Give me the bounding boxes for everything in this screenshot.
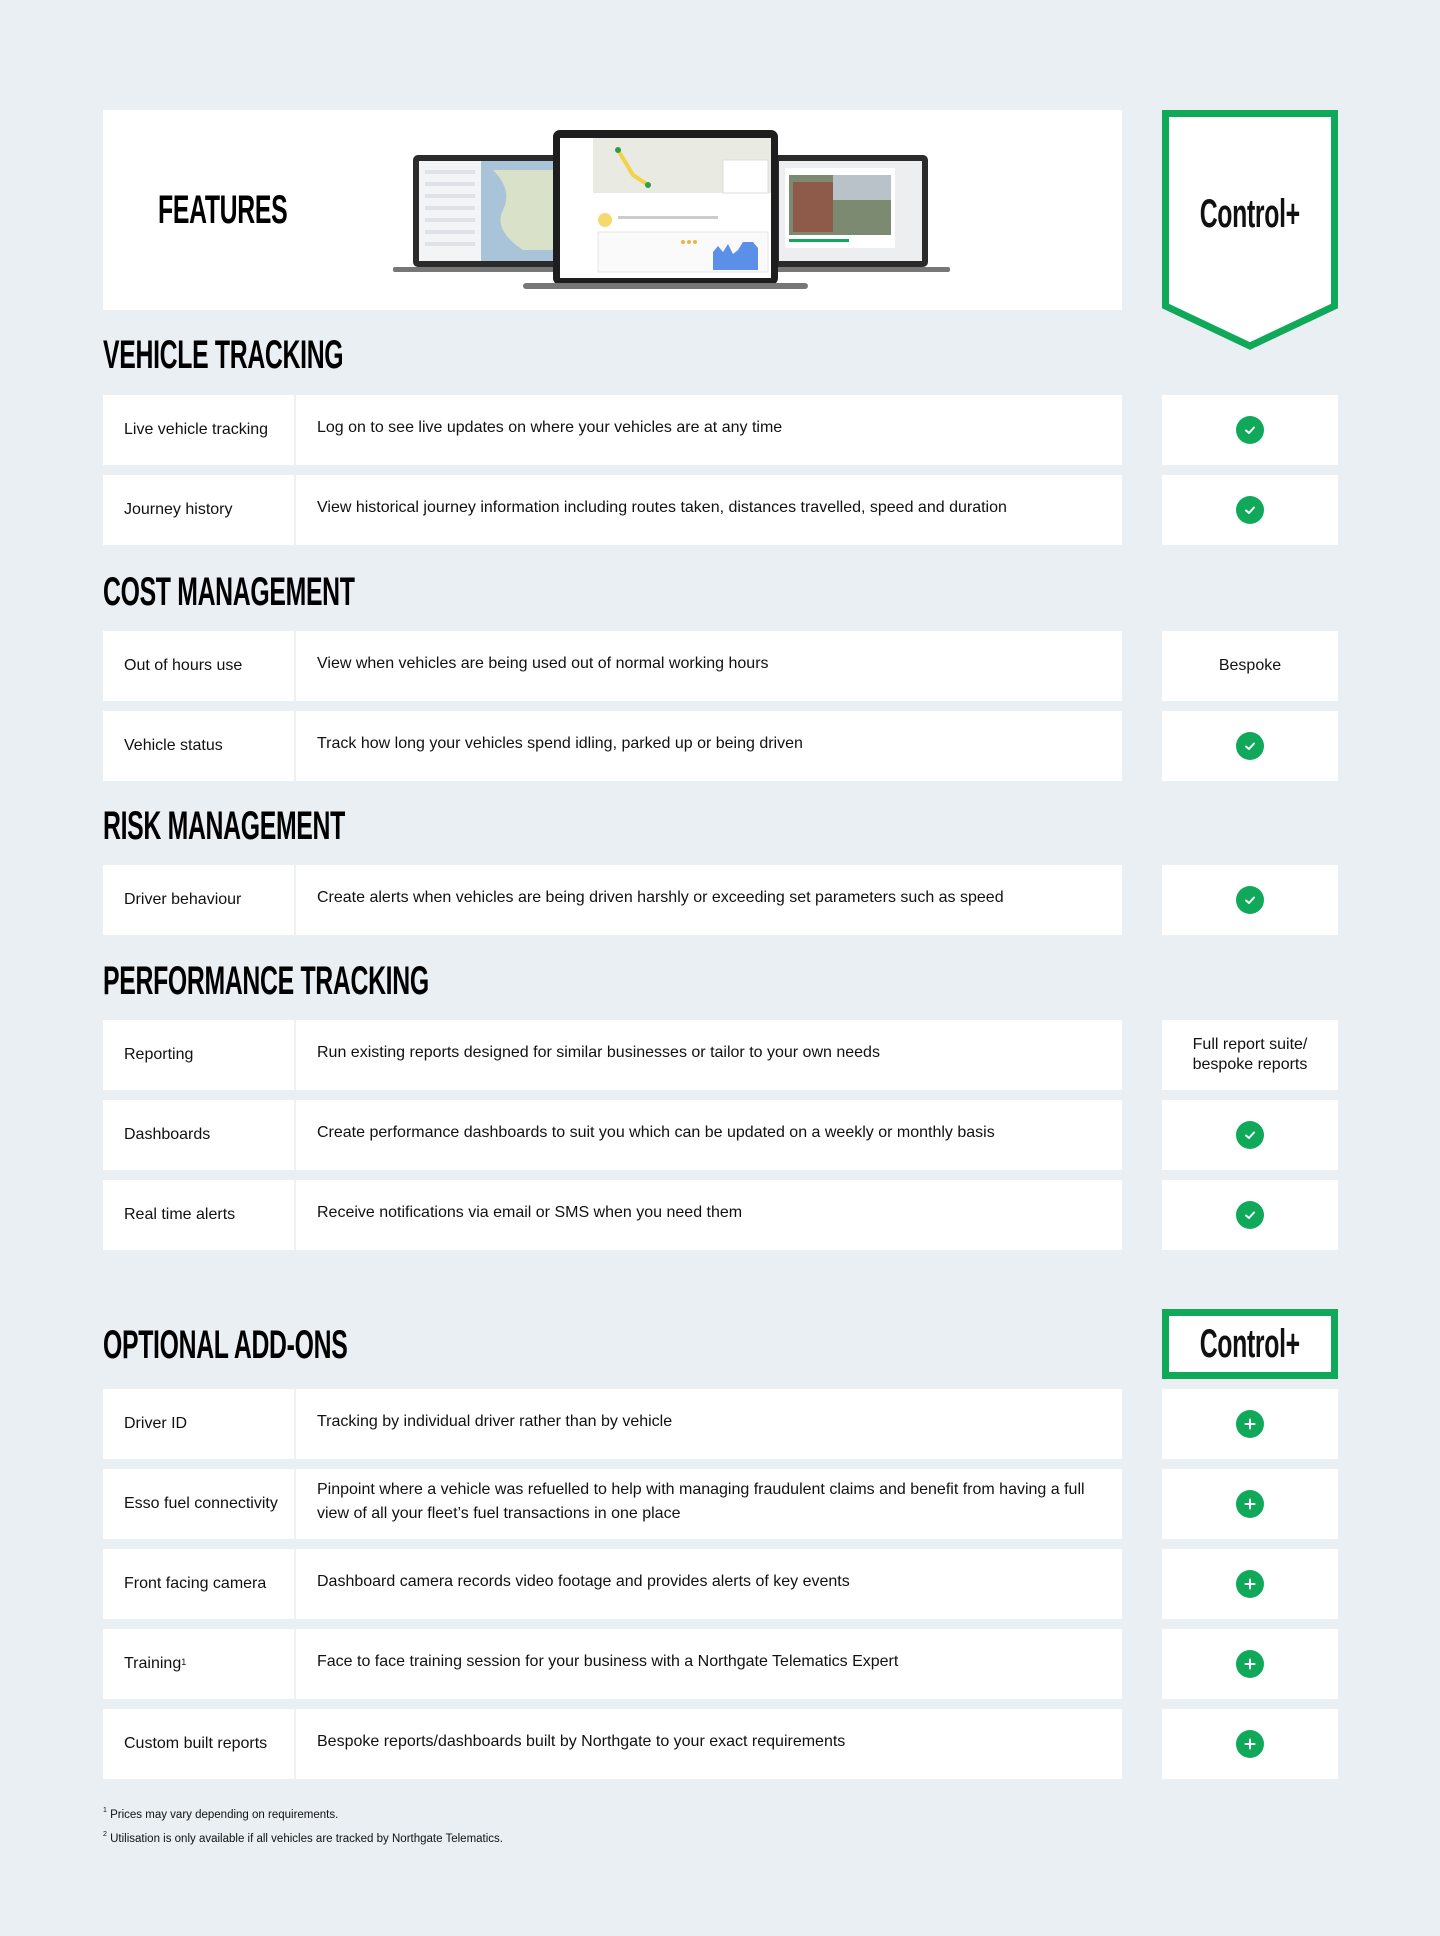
features-header: Features [103,110,1122,310]
plan-name: Control+ [1199,192,1301,236]
feature-description: Create alerts when vehicles are being dr… [317,889,1004,906]
addon-value [1162,1629,1338,1699]
feature-row: Reporting Run existing reports designed … [103,1020,1122,1090]
feature-value: Bespoke [1162,631,1338,701]
feature-name: Live vehicle tracking [124,421,269,438]
addon-row: Training 1 Face to face training session … [103,1629,1122,1699]
addon-value [1162,1549,1338,1619]
addon-description: Dashboard camera records video footage a… [317,1573,850,1590]
feature-row: Journey history View historical journey … [103,475,1122,545]
plan-name: Control+ [1199,1322,1301,1366]
section-title-cost-management: Cost Management [103,570,355,614]
addon-name: Esso fuel connectivity [124,1495,278,1512]
addon-description: Tracking by individual driver rather tha… [317,1413,673,1430]
section-title-optional-addons: Optional Add-ons [103,1323,348,1367]
addon-value [1162,1709,1338,1779]
feature-name: Journey history [124,501,233,518]
feature-name: Vehicle status [124,737,223,754]
feature-name: Reporting [124,1046,194,1063]
feature-description: Run existing reports designed for simila… [317,1044,880,1061]
feature-row: Dashboards Create performance dashboards… [103,1100,1122,1170]
plus-icon [1236,1570,1264,1598]
addon-row: Driver ID Tracking by individual driver … [103,1389,1122,1459]
feature-value [1162,865,1338,935]
footnote-mark: 1 [181,1657,187,1667]
feature-name: Real time alerts [124,1206,236,1223]
addon-name: Driver ID [124,1415,188,1432]
plus-icon [1236,1650,1264,1678]
check-icon [1236,732,1264,760]
addon-row: Esso fuel connectivity Pinpoint where a … [103,1469,1122,1539]
feature-value [1162,1180,1338,1250]
feature-name: Out of hours use [124,657,243,674]
feature-row: Vehicle status Track how long your vehic… [103,711,1122,781]
check-icon [1236,1201,1264,1229]
check-icon [1236,886,1264,914]
check-icon [1236,1121,1264,1149]
addon-row: Front facing camera Dashboard camera rec… [103,1549,1122,1619]
plan-badge: Control+ [1162,110,1338,350]
feature-value [1162,475,1338,545]
feature-description: View historical journey information incl… [317,499,1007,516]
plus-icon [1236,1410,1264,1438]
feature-value [1162,711,1338,781]
addons-plan-badge: Control+ [1162,1309,1338,1379]
footnote: 2 Utilisation is only available if all v… [103,1831,503,1845]
feature-row: Live vehicle tracking Log on to see live… [103,395,1122,465]
feature-name: Driver behaviour [124,891,242,908]
feature-row: Driver behaviour Create alerts when vehi… [103,865,1122,935]
feature-row: Real time alerts Receive notifications v… [103,1180,1122,1250]
feature-name: Dashboards [124,1126,211,1143]
addon-value [1162,1389,1338,1459]
feature-description: Receive notifications via email or SMS w… [317,1204,743,1221]
check-icon [1236,416,1264,444]
addon-description: Bespoke reports/dashboards built by Nort… [317,1733,846,1750]
section-title-performance-tracking: Performance Tracking [103,959,429,1003]
feature-row: Out of hours use View when vehicles are … [103,631,1122,701]
addon-value [1162,1469,1338,1539]
feature-description: Track how long your vehicles spend idlin… [317,735,803,752]
feature-description: Create performance dashboards to suit yo… [317,1124,995,1141]
section-title-vehicle-tracking: Vehicle Tracking [103,333,344,377]
addon-description: Pinpoint where a vehicle was refuelled t… [317,1481,1085,1522]
plus-icon [1236,1490,1264,1518]
addon-name: Front facing camera [124,1575,267,1592]
check-icon [1236,496,1264,524]
feature-description: View when vehicles are being used out of… [317,655,769,672]
addon-row: Custom built reports Bespoke reports/das… [103,1709,1122,1779]
section-title-risk-management: Risk Management [103,804,345,848]
footnote: 1 Prices may vary depending on requireme… [103,1807,339,1821]
feature-value [1162,1100,1338,1170]
addon-name: Custom built reports [124,1735,268,1752]
feature-value: Full report suite/ bespoke reports [1162,1020,1338,1090]
addon-description: Face to face training session for your b… [317,1653,899,1670]
addon-name: Training [124,1655,182,1672]
feature-description: Log on to see live updates on where your… [317,419,783,436]
features-title: Features [158,188,288,232]
feature-value [1162,395,1338,465]
laptops-image [393,130,950,289]
plus-icon [1236,1730,1264,1758]
